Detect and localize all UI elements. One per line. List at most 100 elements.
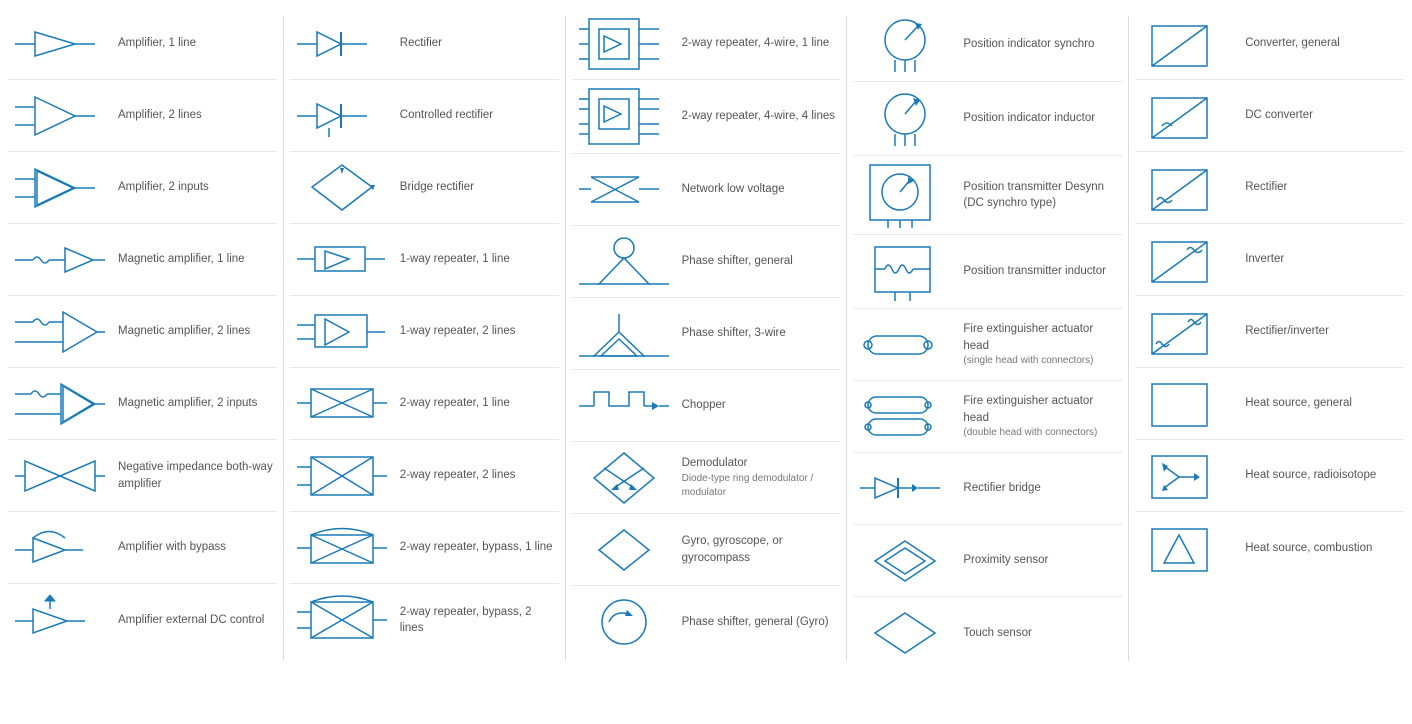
column-1: Amplifier, 1 line Amplifier, 2 lines: [4, 8, 281, 669]
list-item: 2-way repeater, 4-wire, 4 lines: [572, 80, 841, 154]
symbol-ampbypass: [10, 520, 110, 575]
list-item: Rectifier bridge: [853, 453, 1122, 525]
list-item: Fire extinguisher actuator head (single …: [853, 309, 1122, 381]
list-item: Controlled rectifier: [290, 80, 559, 152]
list-item: Amplifier external DC control: [8, 584, 277, 656]
label-rep4w4l: 2-way repeater, 4-wire, 4 lines: [674, 108, 839, 124]
label-rep1way1: 1-way repeater, 1 line: [392, 251, 557, 267]
symbol-dcconv: [1137, 88, 1237, 143]
symbol-convgen: [1137, 16, 1237, 71]
list-item: DC converter: [1135, 80, 1404, 152]
column-2: Rectifier Controlled rectifier: [286, 8, 563, 669]
symbol-postrans: [855, 160, 955, 230]
divider-4: [1128, 16, 1129, 661]
symbol-demod: [574, 448, 674, 508]
list-item: 1-way repeater, 1 line: [290, 224, 559, 296]
label-fireact1: Fire extinguisher actuator head (single …: [955, 321, 1120, 367]
label-dcconv: DC converter: [1237, 107, 1402, 123]
label-rectinv: Rectifier/inverter: [1237, 323, 1402, 339]
divider-1: [283, 16, 284, 661]
list-item: 2-way repeater, 2 lines: [290, 440, 559, 512]
symbol-magamp1: [10, 240, 110, 280]
symbol-amp1: [10, 24, 110, 64]
list-item: Magnetic amplifier, 2 lines: [8, 296, 277, 368]
symbol-rep2wayb1: [292, 520, 392, 575]
label-bridge: Bridge rectifier: [392, 179, 557, 195]
symbol-proxsensor: [855, 536, 955, 586]
symbol-rep1way1: [292, 237, 392, 282]
label-ampdc: Amplifier external DC control: [110, 612, 275, 628]
label-rep1way2: 1-way repeater, 2 lines: [392, 323, 557, 339]
symbol-rep2way2: [292, 451, 392, 501]
divider-3: [846, 16, 847, 661]
list-item: Heat source, combustion: [1135, 512, 1404, 584]
symbol-rep4w1l: [574, 14, 674, 74]
label-magamp1: Magnetic amplifier, 1 line: [110, 251, 275, 267]
symbol-gyro: [574, 525, 674, 575]
list-item: Amplifier, 1 line: [8, 8, 277, 80]
divider-2: [565, 16, 566, 661]
list-item: Amplifier, 2 inputs: [8, 152, 277, 224]
label-phasegen: Phase shifter, general: [674, 253, 839, 269]
symbol-negimpamp: [10, 451, 110, 501]
list-item: Magnetic amplifier, 2 inputs: [8, 368, 277, 440]
column-3: 2-way repeater, 4-wire, 1 line: [568, 8, 845, 669]
label-poind: Position indicator inductor: [955, 110, 1120, 126]
list-item: Heat source, general: [1135, 368, 1404, 440]
label-rep2wayb2: 2-way repeater, bypass, 2 lines: [392, 604, 557, 636]
label-fireact2: Fire extinguisher actuator head (double …: [955, 393, 1120, 439]
label-touchsensor: Touch sensor: [955, 625, 1120, 641]
label-heatsrccomb: Heat source, combustion: [1237, 540, 1402, 556]
label-inverter: Inverter: [1237, 251, 1402, 267]
list-item: 2-way repeater, bypass, 2 lines: [290, 584, 559, 656]
column-4: Position indicator synchro Position indi…: [849, 8, 1126, 669]
symbol-magamp2in: [10, 379, 110, 429]
label-amp2in: Amplifier, 2 inputs: [110, 179, 275, 195]
list-item: Phase shifter, 3-wire: [572, 298, 841, 370]
label-magamp2in: Magnetic amplifier, 2 inputs: [110, 395, 275, 411]
symbol-heatsrcrad: [1137, 448, 1237, 503]
list-item: Bridge rectifier: [290, 152, 559, 224]
label-netlv: Network low voltage: [674, 181, 839, 197]
list-item: Amplifier with bypass: [8, 512, 277, 584]
list-item: Rectifier/inverter: [1135, 296, 1404, 368]
symbol-rect: [292, 24, 392, 64]
label-amp2: Amplifier, 2 lines: [110, 107, 275, 123]
symbol-rep1way2: [292, 307, 392, 357]
symbol-postransind: [855, 239, 955, 304]
label-postransind: Position transmitter inductor: [955, 263, 1120, 279]
list-item: Phase shifter, general: [572, 226, 841, 298]
list-item: 2-way repeater, 4-wire, 1 line: [572, 8, 841, 80]
symbol-rep2way1: [292, 381, 392, 426]
label-crect: Controlled rectifier: [392, 107, 557, 123]
list-item: Heat source, radioisotope: [1135, 440, 1404, 512]
label-magamp2: Magnetic amplifier, 2 lines: [110, 323, 275, 339]
list-item: Network low voltage: [572, 154, 841, 226]
symbol-netlv: [574, 167, 674, 212]
list-item: 1-way repeater, 2 lines: [290, 296, 559, 368]
symbol-touchsensor: [855, 608, 955, 658]
list-item: Chopper: [572, 370, 841, 442]
list-item: Proximity sensor: [853, 525, 1122, 597]
label-rep2way2: 2-way repeater, 2 lines: [392, 467, 557, 483]
symbol-amp2: [10, 91, 110, 141]
label-posynchro: Position indicator synchro: [955, 36, 1120, 52]
list-item: Phase shifter, general (Gyro): [572, 586, 841, 658]
label-postrans: Position transmitter Desynn (DC synchro …: [955, 179, 1120, 211]
symbol-rep2wayb2: [292, 590, 392, 650]
label-rectbridge: Rectifier bridge: [955, 480, 1120, 496]
list-item: Negative impedance both-way amplifier: [8, 440, 277, 512]
label-phase3w: Phase shifter, 3-wire: [674, 325, 839, 341]
list-item: Position indicator inductor: [853, 82, 1122, 156]
symbol-fireact1: [855, 322, 955, 367]
label-rect2: Rectifier: [1237, 179, 1402, 195]
symbol-rect2: [1137, 160, 1237, 215]
label-rep4w1l: 2-way repeater, 4-wire, 1 line: [674, 35, 839, 51]
column-5: Converter, general DC converter: [1131, 8, 1408, 669]
label-amp1: Amplifier, 1 line: [110, 35, 275, 51]
label-proxsensor: Proximity sensor: [955, 552, 1120, 568]
symbol-heatsrcgen: [1137, 376, 1237, 431]
symbol-crect: [292, 91, 392, 141]
list-item: Rectifier: [1135, 152, 1404, 224]
symbol-bridge: [292, 160, 392, 215]
